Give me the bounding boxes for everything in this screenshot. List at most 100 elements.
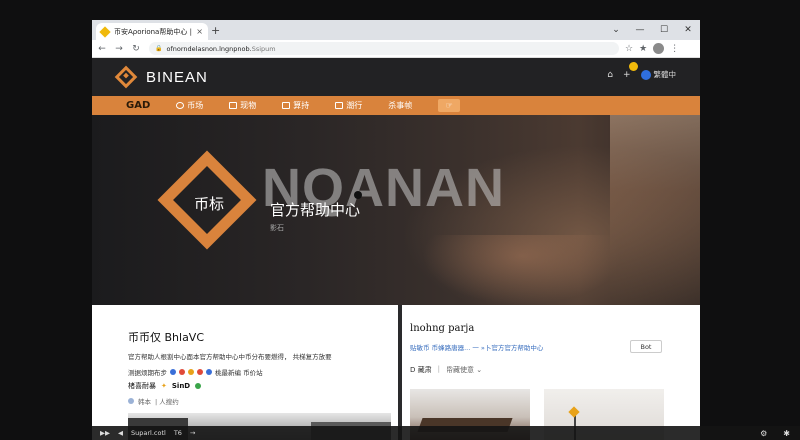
forward-icon[interactable]: →: [112, 44, 126, 54]
brand-name[interactable]: BINEAN: [146, 69, 208, 86]
profile-avatar[interactable]: [653, 43, 665, 54]
settings-icon[interactable]: ⚙: [760, 429, 767, 438]
nav-item-icon: [176, 102, 185, 109]
menu-icon[interactable]: ⋮: [670, 44, 679, 54]
nav-item-label: 杀事帧: [388, 101, 413, 110]
blue-dot-icon: [170, 369, 176, 375]
nav-item-icon: [335, 102, 344, 109]
nav-item-label: 现物: [240, 101, 257, 110]
url-input[interactable]: 🔒 ofnorndelasnon. lngnpnob. Ssipum: [149, 42, 619, 55]
right-card-tabs: D 藏肃 | 帋藏使意 ⌄: [410, 365, 482, 375]
right-card-link[interactable]: 贴敏币 币蜂路唐器... 一 »卜官方官方帮助中心: [410, 342, 543, 352]
right-card-button[interactable]: Bot: [630, 340, 662, 353]
plus-icon[interactable]: +: [623, 70, 631, 80]
article-title[interactable]: 币币仅 BhlaVC: [128, 329, 204, 345]
volume-icon[interactable]: ◀: [118, 429, 123, 437]
nav-item-label: 算持: [293, 101, 310, 110]
content-area: 币币仅 BhlaVC 官方帮助人根割中心面本官方帮助中心中币分布要燃得， 共梯复…: [92, 305, 700, 440]
hero-subtitle: 影石: [270, 224, 284, 232]
main-nav: GAD 币场 现物 算持 潮行 杀事帧 ☞: [92, 96, 700, 115]
back-icon[interactable]: ←: [95, 44, 109, 54]
article-description: 官方帮助人根割中心面本官方帮助中心中币分布要燃得， 共梯复方放要: [128, 353, 332, 361]
right-card-button-label: Bot: [640, 342, 652, 351]
address-bar: ← → ↻ 🔒 ofnorndelasnon. lngnpnob. Ssipum…: [92, 40, 700, 58]
red-dot-icon: [179, 369, 185, 375]
hero-photo-person: [610, 115, 700, 305]
play-icon[interactable]: ▶▶: [100, 429, 110, 437]
language-selector[interactable]: 繁體中: [640, 69, 677, 80]
green-dot-icon: [195, 383, 202, 389]
hero-title: 官方帮助中心: [270, 201, 361, 219]
home-icon[interactable]: ⌂: [607, 70, 613, 80]
browser-window: 币安Aρorionа帮助中心 | ... × + ⌄ — ☐ ✕ ← → ↻ 🔒…: [92, 20, 700, 440]
tab-dropdown[interactable]: 帋藏使意 ⌄: [446, 365, 482, 375]
nav-item-label: 币场: [187, 101, 204, 110]
article-description-line2: 测据烦期布步 桃最新编 币价站: [128, 367, 263, 377]
article-meta: 韩本 | 人搜约: [128, 396, 179, 406]
arrow-icon[interactable]: →: [190, 429, 195, 437]
right-card-title[interactable]: lnohng parja: [410, 323, 474, 334]
language-label: 繁體中: [653, 70, 677, 79]
orange-dot-icon: [188, 369, 194, 375]
nav-item-2[interactable]: 现物: [229, 100, 256, 111]
sparkle-icon: ✦: [161, 382, 167, 390]
window-controls: ⌄ — ☐ ✕: [604, 20, 700, 40]
globe-icon: [640, 69, 651, 80]
url-primary: ofnorndelasnon.: [166, 44, 220, 53]
hero-photo-hands: [422, 235, 622, 305]
toolbar-label: Suparl.cotl: [131, 429, 166, 437]
tab-separator: |: [437, 365, 440, 373]
nav-item-3[interactable]: 算持: [282, 100, 309, 111]
site-header: BINEAN ⌂ + 繁體中: [92, 58, 700, 96]
media-toolbar: ▶▶ ◀ Suparl.cotl T6 → ⚙ ✱: [92, 426, 800, 440]
blue-dot-icon: [206, 369, 212, 375]
tab-close-icon[interactable]: ×: [196, 27, 203, 36]
left-article-card: 币币仅 BhlaVC 官方帮助人根割中心面本官方帮助中心中币分布要燃得， 共梯复…: [92, 305, 398, 440]
hero-decoration: [354, 191, 362, 199]
address-actions: ☆ ★ ⋮: [625, 43, 679, 54]
right-article-card: lnohng parja 贴敏币 币蜂路唐器... 一 »卜官方官方帮助中心 B…: [402, 305, 700, 440]
nav-item-1[interactable]: 币场: [176, 100, 203, 111]
close-window-button[interactable]: ✕: [676, 20, 700, 40]
header-actions: ⌂ + 繁體中: [607, 69, 676, 80]
nav-action-button[interactable]: ☞: [438, 99, 461, 112]
tab-strip: 币安Aρorionа帮助中心 | ... × + ⌄ — ☐ ✕: [92, 20, 700, 40]
nav-item-icon: [229, 102, 238, 109]
desc-text: 测据烦期布步: [128, 369, 167, 377]
feature-label: 楮喜耐暴: [128, 382, 156, 390]
browser-tab[interactable]: 币安Aρorionа帮助中心 | ... ×: [96, 23, 208, 40]
tab-title: 币安Aρorionа帮助中心 | ...: [114, 27, 194, 36]
toolbar-count: T6: [173, 429, 182, 437]
nav-item-icon: [282, 102, 291, 109]
nav-item-4[interactable]: 潮行: [335, 100, 362, 111]
gear-icon[interactable]: ✱: [783, 429, 790, 438]
nav-item-label: 潮行: [346, 101, 363, 110]
minimize-button[interactable]: —: [628, 20, 652, 40]
tab-hot[interactable]: D 藏肃: [410, 365, 432, 375]
warning-sign-icon: [568, 406, 580, 418]
lock-icon: 🔒: [155, 45, 163, 52]
feature-row: 楮喜耐暴 ✦ SinD: [128, 381, 202, 391]
brand-logo-icon[interactable]: [114, 65, 138, 89]
tab-search-icon[interactable]: ⌄: [604, 20, 628, 40]
desc-tail: 桃最新编 币价站: [215, 369, 263, 377]
maximize-button[interactable]: ☐: [652, 20, 676, 40]
url-rest: Ssipum: [251, 44, 276, 53]
meta-icon: [128, 398, 134, 404]
url-highlight: lngnpnob.: [219, 44, 252, 53]
feature-brand[interactable]: SinD: [172, 382, 190, 390]
hero-logo-text: 币标: [193, 195, 224, 213]
hand-icon: ☞: [445, 101, 453, 110]
star-outline-icon[interactable]: ☆: [625, 44, 633, 54]
meta-b: | 人搜约: [155, 398, 179, 406]
hero-banner: NQANAN 币标 官方帮助中心 影石: [92, 115, 700, 305]
star-filled-icon[interactable]: ★: [639, 44, 647, 54]
new-tab-button[interactable]: +: [211, 24, 220, 37]
favicon-icon: [99, 25, 111, 38]
toolbar-right: ⚙ ✱: [752, 429, 790, 438]
nav-brand[interactable]: GAD: [126, 100, 150, 111]
red-dot-icon: [197, 369, 203, 375]
meta-a: 韩本: [138, 398, 151, 406]
reload-icon[interactable]: ↻: [129, 44, 143, 54]
nav-item-5[interactable]: 杀事帧: [388, 100, 412, 111]
